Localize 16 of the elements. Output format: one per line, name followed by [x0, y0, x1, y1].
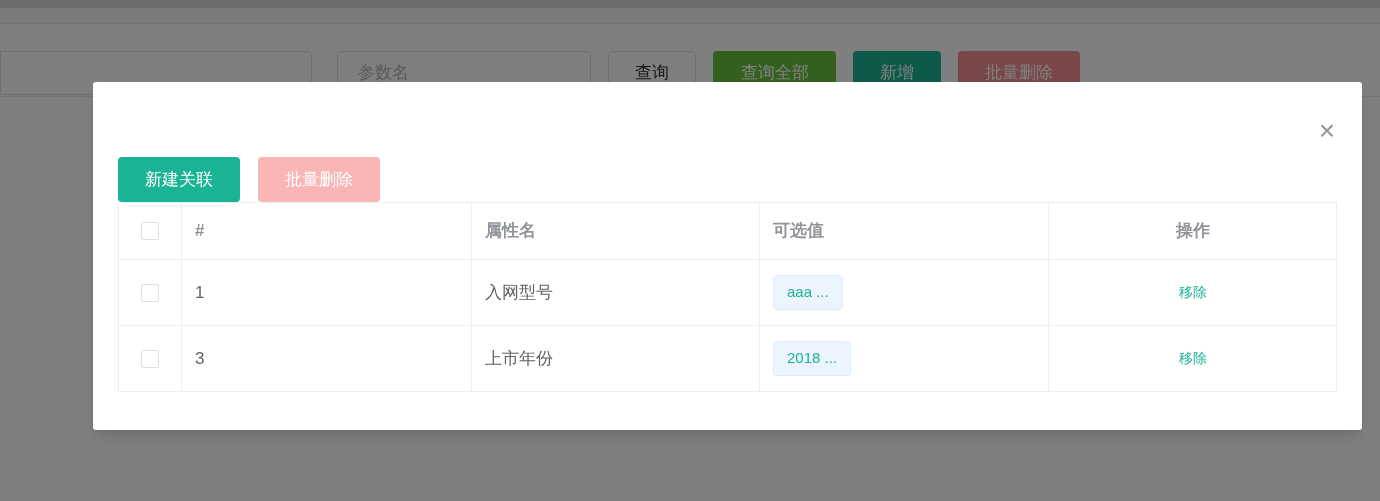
value-tag: 2018 ...: [773, 341, 852, 376]
remove-link[interactable]: 移除: [1178, 282, 1207, 303]
table-cell-text: 上市年份: [485, 347, 553, 370]
column-header: 可选值: [773, 220, 824, 243]
column-header: 操作: [1175, 220, 1210, 243]
checkbox[interactable]: [141, 283, 159, 302]
remove-link[interactable]: 移除: [1178, 348, 1207, 369]
checkbox[interactable]: [141, 349, 159, 368]
table-cell-text: 1: [195, 281, 205, 304]
action-button[interactable]: 新建关联: [118, 157, 240, 202]
column-header: 属性名: [485, 220, 536, 243]
table-cell-text: 入网型号: [485, 281, 553, 304]
table-cell-text: 3: [195, 347, 205, 370]
value-tag: aaa ...: [773, 275, 843, 310]
column-header: #: [195, 220, 205, 243]
checkbox[interactable]: [141, 222, 159, 240]
